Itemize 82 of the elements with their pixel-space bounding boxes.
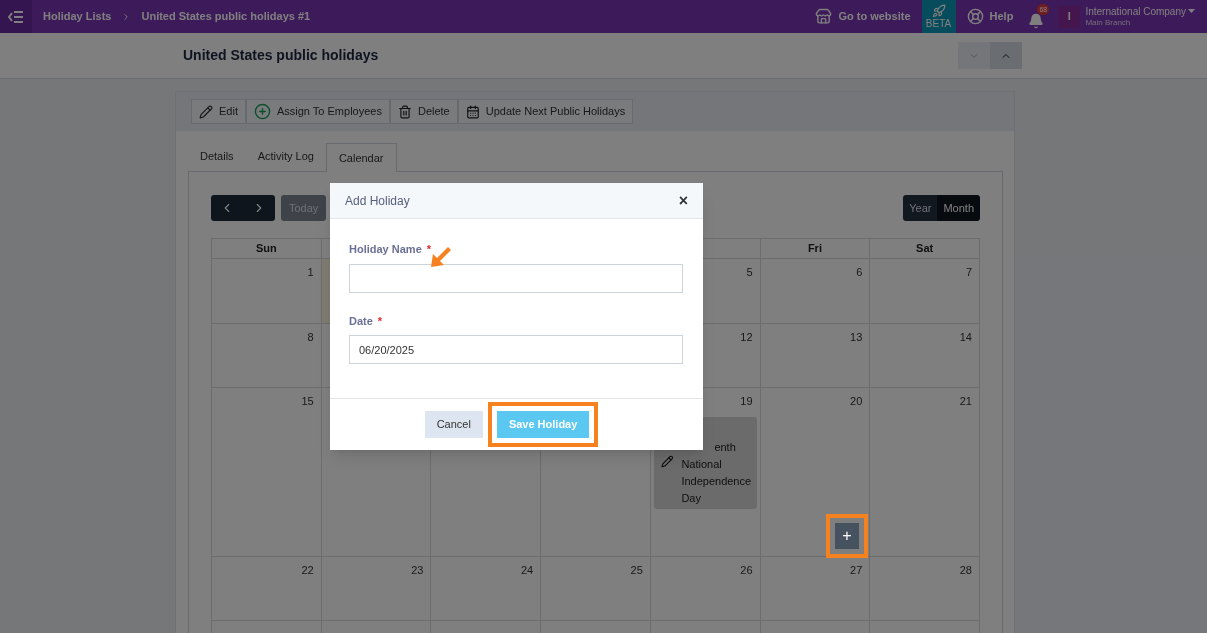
dialog-title: Add Holiday	[345, 192, 410, 210]
toolbar-button[interactable]: Assign To Employees	[245, 99, 390, 124]
close-button[interactable]: ×	[678, 192, 688, 209]
day-cell[interactable]: 14	[870, 324, 980, 388]
day-cell[interactable]: 27	[760, 557, 871, 621]
day-number: 25	[630, 563, 643, 578]
day-cell[interactable]: 22	[212, 557, 322, 621]
weekday-header: Fri	[807, 241, 822, 257]
day-cell[interactable]: 1	[212, 259, 322, 324]
pencil-icon	[199, 104, 213, 119]
day-number: 28	[959, 563, 972, 578]
day-cell[interactable]: 7	[870, 259, 980, 324]
beta-button[interactable]: BETA	[921, 0, 956, 33]
day-cell[interactable]: 23	[321, 557, 432, 621]
field-label: Date	[349, 313, 373, 329]
day-number: 8	[307, 330, 314, 345]
day-number: 13	[850, 330, 863, 345]
caret-icon	[1188, 9, 1195, 13]
website-link[interactable]: Go to website	[812, 8, 914, 25]
breadcrumb-link[interactable]: Holiday Lists	[43, 8, 112, 25]
pencil-icon	[660, 454, 674, 468]
day-cell[interactable]: 24	[431, 557, 542, 621]
help-icon	[966, 8, 984, 25]
day-number: 12	[740, 330, 753, 345]
tab[interactable]: Calendar	[325, 143, 397, 172]
day-number: 26	[740, 563, 753, 578]
event-title: enth National Independence Day	[681, 439, 753, 506]
weekday-header: Sun	[255, 241, 277, 257]
field-label: Holiday Name	[349, 242, 422, 257]
avatar: I	[1058, 5, 1081, 28]
cancel-button[interactable]: Cancel	[424, 411, 483, 438]
calendar-icon	[465, 104, 480, 119]
required-mark: *	[377, 313, 383, 329]
day-number: 21	[959, 394, 972, 409]
account-menu[interactable]: International Company Main Branch	[1085, 5, 1195, 28]
day-cell[interactable]: 25	[541, 557, 651, 621]
day-number: 23	[411, 563, 424, 578]
plus-circle-icon	[253, 103, 271, 120]
day-number: 14	[959, 330, 972, 345]
day-cell[interactable]: 6	[760, 259, 871, 324]
next-month-button[interactable]	[243, 195, 275, 221]
rocket-icon	[931, 3, 946, 18]
tab[interactable]: Details	[188, 142, 246, 171]
input-field[interactable]: 06/20/2025	[349, 335, 683, 364]
breadcrumb-link[interactable]: United States public holidays #1	[141, 8, 311, 25]
store-icon	[815, 8, 833, 25]
page-title: United States public holidays	[183, 46, 379, 65]
view-button[interactable]: Month	[937, 195, 980, 221]
day-number: 27	[850, 563, 863, 578]
day-number: 15	[301, 394, 314, 409]
day-number: 19	[740, 394, 753, 409]
day-cell[interactable]: 28	[870, 557, 980, 621]
add-holiday-button[interactable]: +	[835, 523, 859, 549]
next-record-button[interactable]	[958, 42, 990, 69]
day-number: 5	[746, 265, 753, 280]
day-cell[interactable]: 15	[212, 388, 322, 557]
day-cell[interactable]: 21	[870, 388, 980, 557]
day-number: 20	[850, 394, 863, 409]
day-cell[interactable]: 26	[650, 557, 761, 621]
bell-icon	[1028, 12, 1045, 29]
toolbar-button[interactable]: Edit	[191, 99, 246, 124]
toolbar-button[interactable]: Update Next Public Holidays	[457, 99, 634, 124]
menu-collapse-icon	[8, 10, 24, 23]
day-number: 24	[520, 563, 534, 578]
menu-button[interactable]	[0, 0, 32, 33]
toolbar-button[interactable]: Delete	[389, 99, 458, 124]
day-number: 7	[965, 265, 972, 280]
annotation-arrow	[430, 246, 452, 268]
previous-month-button[interactable]	[211, 195, 243, 221]
day-number: 6	[856, 265, 863, 280]
trash-icon	[397, 104, 412, 119]
day-cell[interactable]: 13	[760, 324, 871, 388]
previous-record-button[interactable]	[990, 42, 1022, 69]
day-number: 22	[301, 563, 314, 578]
input-field[interactable]	[349, 263, 683, 293]
help-link[interactable]: Help	[963, 8, 1017, 25]
view-button[interactable]: Year	[903, 195, 938, 221]
weekday-header: Sat	[916, 241, 934, 257]
day-cell[interactable]: 8	[212, 324, 322, 388]
tab[interactable]: Activity Log	[245, 142, 326, 171]
required-mark: *	[426, 242, 432, 257]
day-number: 1	[307, 265, 314, 280]
